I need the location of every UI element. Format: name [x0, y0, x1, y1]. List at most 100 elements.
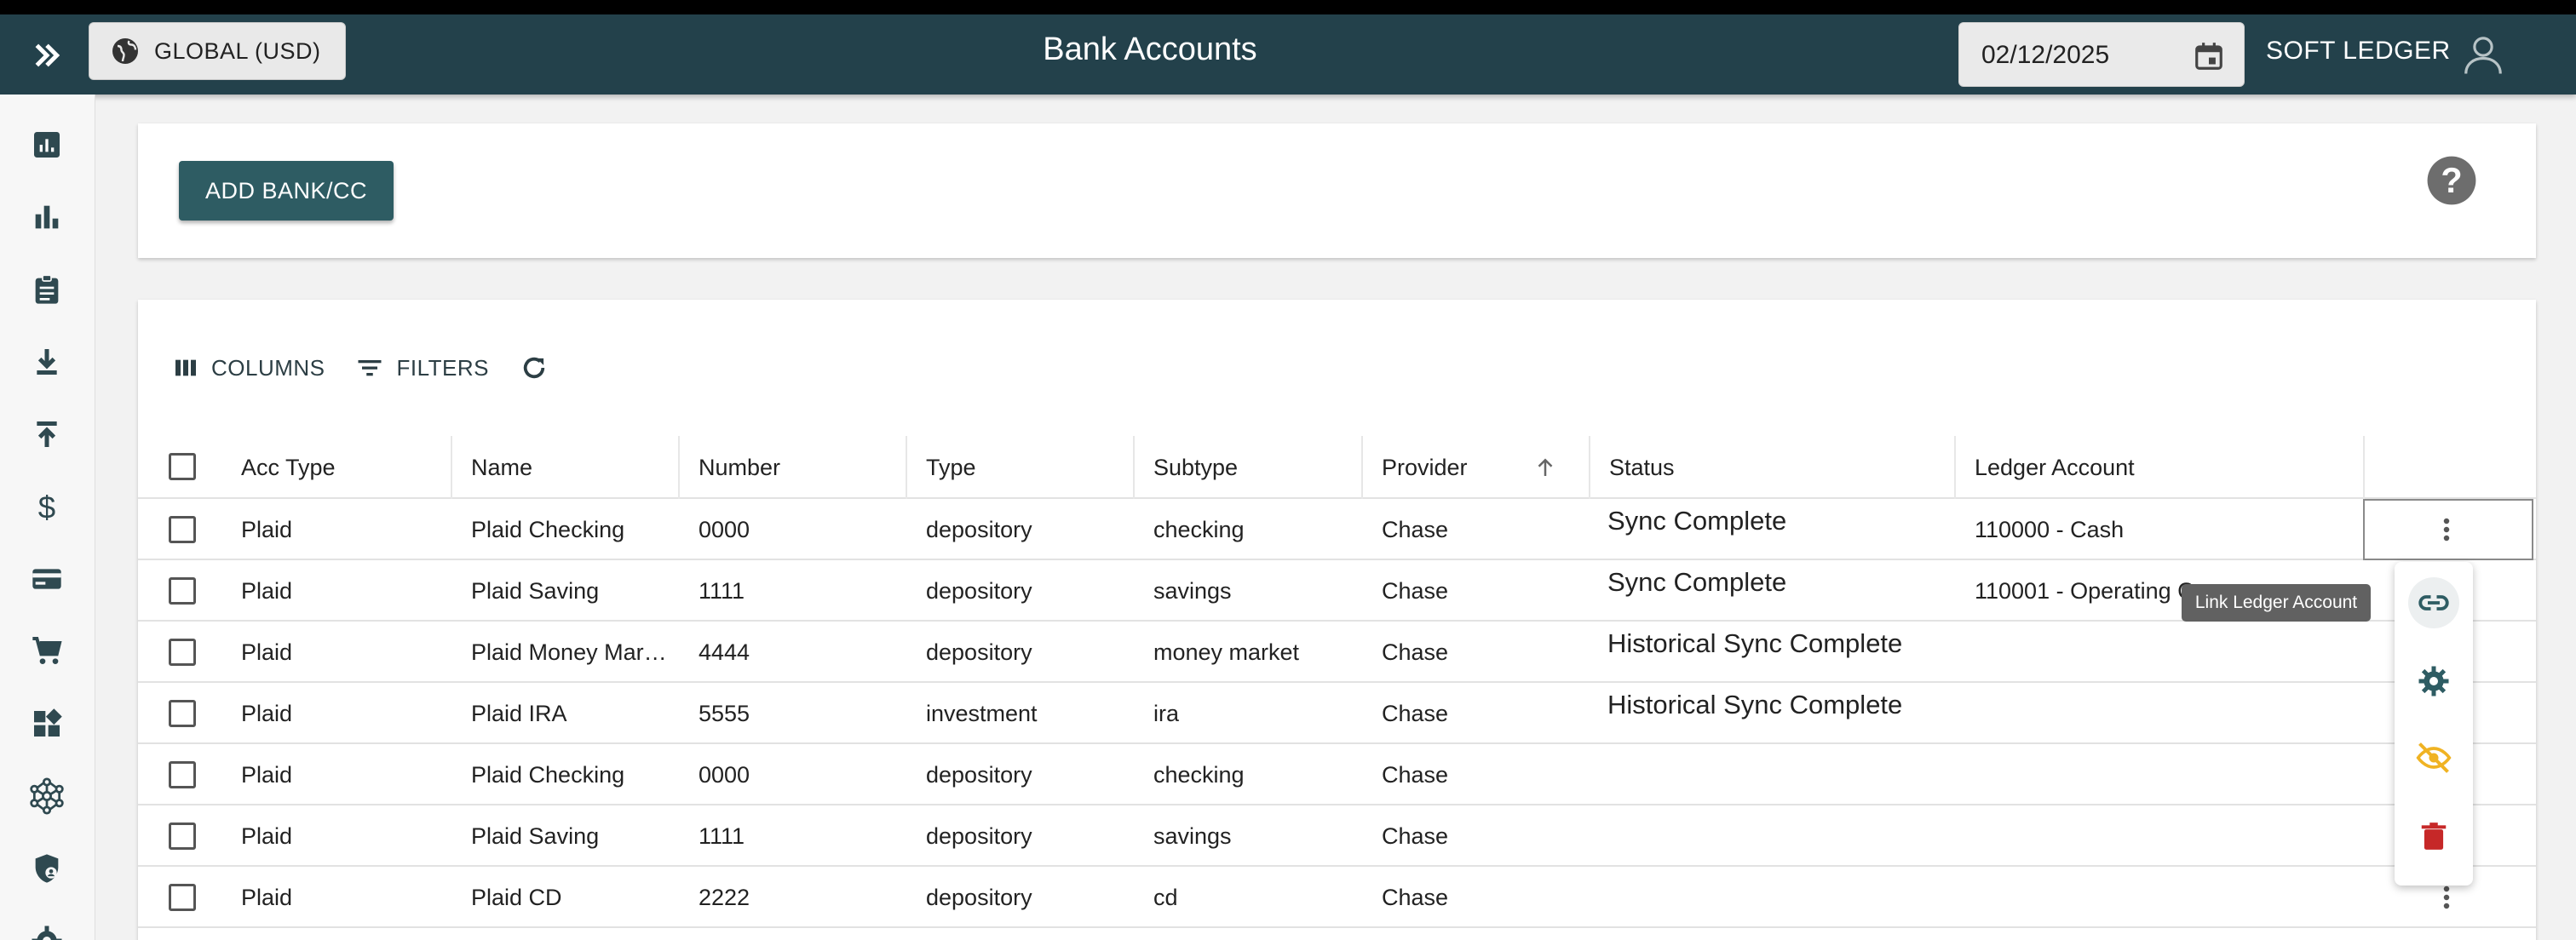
delete-account-button[interactable] [2408, 811, 2459, 862]
sort-ascending-icon [1538, 458, 1552, 476]
row-checkbox[interactable] [169, 884, 196, 911]
credit-card-icon [32, 569, 61, 589]
help-icon[interactable]: ? [2425, 154, 2478, 207]
row-checkbox[interactable] [169, 700, 196, 727]
select-all-checkbox[interactable] [169, 453, 196, 480]
global-scope-button[interactable]: GLOBAL (USD) [89, 22, 346, 80]
table-row[interactable]: Plaid Plaid CD 2222 depository cd Chase [138, 867, 2536, 928]
date-input[interactable] [1981, 38, 2177, 72]
sidebar-item-reports[interactable] [25, 123, 69, 167]
columns-button[interactable]: COLUMNS [172, 354, 325, 381]
double-chevron-right-icon [35, 43, 60, 67]
column-header-name[interactable]: Name [452, 436, 680, 499]
cell-acc-type: Plaid [241, 700, 293, 726]
table-row[interactable]: Plaid Plaid Saving 1111 depository savin… [138, 560, 2536, 622]
row-checkbox[interactable] [169, 516, 196, 543]
cell-subtype: savings [1153, 822, 1232, 849]
filters-button[interactable]: FILTERS [354, 352, 489, 383]
table-row[interactable]: Plaid Plaid Money Mar… 4444 depository m… [138, 622, 2536, 683]
user-account-icon[interactable] [2460, 32, 2506, 77]
sidebar-item-analytics[interactable] [25, 195, 69, 239]
add-bank-button[interactable]: ADD BANK/CC [179, 161, 394, 221]
column-header-type[interactable]: Type [907, 436, 1135, 499]
cell-acc-type: Plaid [241, 577, 293, 604]
bar-chart-icon [35, 205, 59, 229]
cell-number: 0000 [699, 516, 750, 542]
sidebar-item-purchasing[interactable] [25, 629, 69, 673]
table-row[interactable]: Plaid Plaid Checking 0000 depository che… [138, 744, 2536, 805]
cell-type: investment [926, 700, 1038, 726]
columns-icon [175, 359, 196, 376]
row-checkbox[interactable] [169, 761, 196, 788]
column-header-number[interactable]: Number [680, 436, 907, 499]
calendar-icon[interactable] [2193, 40, 2225, 72]
sidebar-item-banking[interactable] [25, 557, 69, 601]
cell-acc-type: Plaid [241, 884, 293, 910]
expand-sidebar-button[interactable] [26, 37, 68, 74]
cell-status: Historical Sync Complete [1607, 690, 1903, 719]
cell-number: 1111 [699, 822, 745, 849]
more-vert-icon [2443, 518, 2450, 542]
report-icon [34, 132, 60, 158]
cell-number: 4444 [699, 639, 750, 665]
cell-type: depository [926, 761, 1032, 788]
cell-acc-type: Plaid [241, 639, 293, 665]
clipboard-icon [35, 274, 59, 304]
date-field[interactable] [1958, 22, 2245, 87]
filter-icon [358, 360, 382, 376]
sidebar-item-security[interactable] [25, 846, 69, 891]
link-ledger-account-button[interactable] [2408, 577, 2459, 628]
provider-sort-cell[interactable] [1501, 436, 1590, 499]
sidebar: $ [0, 95, 95, 940]
company-name: SOFT LEDGER [2266, 37, 2451, 65]
sidebar-item-journal[interactable] [25, 267, 69, 312]
table-row[interactable]: Plaid Plaid Saving 1111 depository savin… [138, 805, 2536, 867]
refresh-button[interactable] [518, 352, 550, 384]
cell-number: 0000 [699, 761, 750, 788]
row-checkbox[interactable] [169, 577, 196, 605]
sidebar-item-payables[interactable] [25, 340, 69, 384]
gear-icon [2418, 666, 2449, 696]
cell-acc-type: Plaid [241, 516, 293, 542]
cell-status: Sync Complete [1607, 567, 1787, 597]
sidebar-item-consolidation[interactable] [25, 774, 69, 818]
account-settings-button[interactable] [2408, 656, 2459, 707]
cell-type: depository [926, 822, 1032, 849]
actions-card: ADD BANK/CC ? [138, 123, 2536, 258]
cell-ledger-account [1956, 683, 2356, 744]
table-row[interactable]: Plaid Plaid IRA 5555 investment ira Chas… [138, 683, 2536, 744]
hide-account-button[interactable] [2408, 732, 2459, 783]
row-checkbox[interactable] [169, 639, 196, 666]
dashboard-icon [34, 708, 62, 737]
row-actions-button[interactable] [2429, 508, 2464, 551]
table-row[interactable]: Plaid Plaid Checking 0000 depository che… [138, 499, 2536, 560]
sidebar-item-cash[interactable]: $ [25, 484, 69, 529]
cell-type: depository [926, 516, 1032, 542]
security-icon [35, 854, 59, 883]
top-strip [0, 0, 2576, 14]
network-icon [30, 777, 64, 815]
global-scope-label: GLOBAL (USD) [154, 37, 321, 64]
accounts-grid-card: COLUMNS FILTERS Acc Type Name Number Typ… [138, 300, 2536, 940]
column-header-subtype[interactable]: Subtype [1135, 436, 1363, 499]
cell-ledger-account [1956, 622, 2356, 683]
cell-status: Historical Sync Complete [1607, 628, 1903, 658]
refresh-icon [523, 357, 545, 379]
link-ledger-tooltip: Link Ledger Account [2182, 584, 2371, 622]
row-checkbox[interactable] [169, 822, 196, 850]
cell-provider: Chase [1382, 639, 1449, 665]
cell-subtype: checking [1153, 761, 1245, 788]
column-header-provider[interactable]: Provider [1363, 436, 1507, 499]
sidebar-item-receivables[interactable] [25, 412, 69, 456]
sidebar-item-settings[interactable] [25, 919, 69, 940]
cell-status: Sync Complete [1607, 506, 1787, 536]
sidebar-item-dashboard[interactable] [25, 702, 69, 746]
cart-icon [32, 637, 62, 664]
download-icon [37, 349, 57, 375]
cell-acc-type: Plaid [241, 822, 293, 849]
column-header-status[interactable]: Status [1590, 436, 1956, 499]
column-header-acc-type[interactable]: Acc Type [222, 436, 452, 499]
column-header-ledger-account[interactable]: Ledger Account [1956, 436, 2365, 499]
cell-name: Plaid CD [471, 884, 562, 910]
cell-number: 1111 [699, 577, 745, 604]
